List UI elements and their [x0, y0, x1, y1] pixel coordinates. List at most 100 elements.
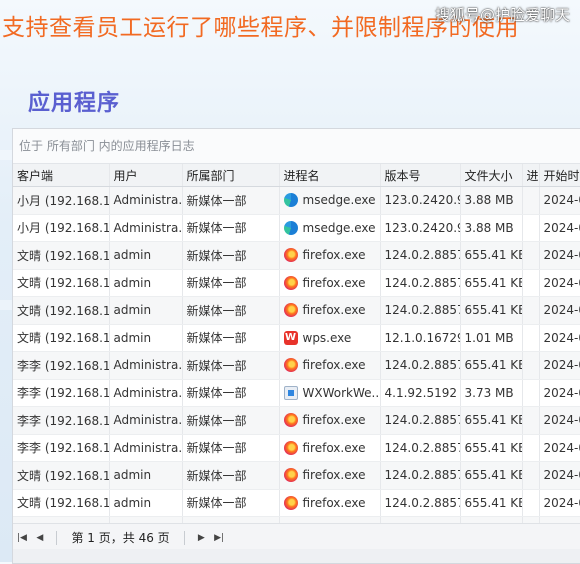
cell-user: admin — [109, 489, 183, 517]
cell-extra — [522, 241, 540, 270]
cell-dept: 新媒体一部 — [182, 269, 280, 297]
cell-dept: 新媒体一部 — [182, 241, 280, 270]
table-row[interactable]: 小月 (192.168.1...Administra...新媒体一部 msedge… — [13, 186, 580, 215]
firefox-icon — [283, 413, 298, 428]
cell-user: Administra... — [109, 351, 183, 380]
cell-start: 2024-0 — [539, 461, 580, 490]
cell-size: 3.88 MB — [460, 214, 523, 242]
cell-process: firefox.exe — [279, 489, 381, 517]
pager-divider — [55, 530, 57, 545]
wxwork-icon — [283, 385, 298, 400]
column-header[interactable]: 开始时 — [539, 164, 580, 187]
cell-client: 李李 (192.168.1... — [13, 351, 110, 380]
table-row[interactable]: 文晴 (192.168.1...admin新媒体一部 firefox.exe 124… — [13, 296, 580, 325]
watermark: 搜狐号@护脸爱聊天 — [434, 6, 570, 24]
cell-process: firefox.exe — [279, 351, 381, 380]
firefox-icon — [283, 248, 298, 263]
cell-dept: 新媒体一部 — [182, 379, 280, 407]
cell-process: firefox.exe — [279, 296, 381, 325]
cell-start: 2024-0 — [539, 489, 580, 517]
cell-version: 124.0.2.8857 — [380, 461, 461, 490]
cell-user: Administra... — [109, 186, 183, 215]
cell-extra — [522, 351, 540, 380]
column-header[interactable]: 用户 — [109, 164, 183, 187]
column-header[interactable]: 客户端 — [13, 164, 110, 187]
next-page-icon[interactable]: ▶ — [194, 525, 208, 551]
cell-user: admin — [109, 324, 183, 352]
cell-size: 655.41 KB — [460, 241, 523, 270]
cell-size: 1.01 MB — [460, 324, 523, 352]
cell-size: 655.41 KB — [460, 461, 523, 490]
cell-version: 123.0.2420.97 — [380, 214, 461, 242]
app-log-panel: 位于 所有部门 内的应用程序日志 客户端 用户 所属部门 进程名 版本号 文件大小进开始时… — [12, 128, 580, 564]
cell-client: 李李 (192.168.1... — [13, 434, 110, 462]
last-page-icon[interactable]: ▶| — [212, 525, 226, 551]
table-row[interactable]: 李李 (192.168.1...Administra...新媒体一部 firefo… — [13, 406, 580, 435]
cell-dept: 新媒体一部 — [182, 489, 280, 517]
table-row[interactable]: 文晴 (192.168.1...admin新媒体一部 firefox.exe 124… — [13, 489, 580, 517]
cell-size: 655.41 KB — [460, 296, 523, 325]
cell-process: firefox.exe — [279, 406, 381, 435]
process-name: msedge.exe — [302, 220, 376, 235]
table-row[interactable]: 李李 (192.168.1...Administra...新媒体一部 firefo… — [13, 351, 580, 380]
cell-user: Administra... — [109, 379, 183, 407]
table-row[interactable]: 李李 (192.168.1...Administra...新媒体一部 WXWork… — [13, 379, 580, 407]
process-name: firefox.exe — [302, 468, 366, 483]
cell-client: 李李 (192.168.1... — [13, 379, 110, 407]
prev-page-icon[interactable]: ◀ — [33, 525, 47, 551]
cell-start: 2024-0 — [539, 434, 580, 462]
cell-extra — [522, 434, 540, 462]
cell-size: 655.41 KB — [460, 489, 523, 517]
table-row[interactable]: 李李 (192.168.1...Administra...新媒体一部 firefo… — [13, 434, 580, 462]
cell-extra — [522, 379, 540, 407]
cell-version: 123.0.2420.97 — [380, 186, 461, 215]
pager: |◀ ◀ 第 1 页，共 46 页 ▶ ▶| — [13, 523, 580, 550]
cell-user: admin — [109, 241, 183, 270]
table-row[interactable]: 文晴 (192.168.1...admin新媒体一部Wwps.exe12.1.0… — [13, 324, 580, 352]
cell-extra — [522, 214, 540, 242]
cell-process: firefox.exe — [279, 269, 381, 297]
cell-size: 655.41 KB — [460, 351, 523, 380]
table-row[interactable]: 文晴 (192.168.1...admin新媒体一部 firefox.exe 124… — [13, 241, 580, 270]
status-bar — [13, 549, 580, 563]
table-row[interactable]: 文晴 (192.168.1...admin新媒体一部 firefox.exe 124… — [13, 269, 580, 297]
cell-start: 2024-0 — [539, 379, 580, 407]
cell-process: Wwps.exe — [279, 324, 381, 352]
cell-extra — [522, 269, 540, 297]
firefox-icon — [283, 275, 298, 290]
cell-dept: 新媒体一部 — [182, 406, 280, 435]
cell-size: 3.73 MB — [460, 379, 523, 407]
pager-divider — [184, 530, 186, 545]
process-name: firefox.exe — [302, 495, 366, 510]
process-name: firefox.exe — [302, 358, 366, 373]
cell-size: 655.41 KB — [460, 269, 523, 297]
table-row[interactable]: 小月 (192.168.1...Administra...新媒体一部 msedge… — [13, 214, 580, 242]
cell-version: 124.0.2.8857 — [380, 269, 461, 297]
cell-process: firefox.exe — [279, 434, 381, 462]
cell-process: msedge.exe — [279, 186, 381, 215]
cell-dept: 新媒体一部 — [182, 214, 280, 242]
cell-start: 2024-0 — [539, 186, 580, 215]
cell-size: 655.41 KB — [460, 434, 523, 462]
cell-size: 655.41 KB — [460, 406, 523, 435]
column-header[interactable]: 所属部门 — [182, 164, 280, 187]
column-header[interactable]: 文件大小 — [460, 164, 523, 187]
cell-version: 124.0.2.8857 — [380, 489, 461, 517]
cell-version: 4.1.92.5192 — [380, 379, 461, 407]
cell-client: 文晴 (192.168.1... — [13, 296, 110, 325]
table-header-row: 客户端 用户 所属部门 进程名 版本号 文件大小进开始时 — [13, 164, 580, 187]
column-header[interactable]: 版本号 — [380, 164, 461, 187]
column-header[interactable]: 进 — [522, 164, 540, 187]
cell-user: Administra... — [109, 406, 183, 435]
cell-client: 文晴 (192.168.1... — [13, 461, 110, 490]
column-header[interactable]: 进程名 — [279, 164, 381, 187]
cell-user: admin — [109, 461, 183, 490]
cell-extra — [522, 186, 540, 215]
cell-size: 3.88 MB — [460, 186, 523, 215]
first-page-icon[interactable]: |◀ — [15, 525, 29, 551]
table-row[interactable]: 文晴 (192.168.1...admin新媒体一部 firefox.exe 124… — [13, 461, 580, 490]
process-name: wps.exe — [302, 330, 352, 345]
cell-start: 2024-0 — [539, 214, 580, 242]
cell-extra — [522, 406, 540, 435]
firefox-icon — [283, 303, 298, 318]
